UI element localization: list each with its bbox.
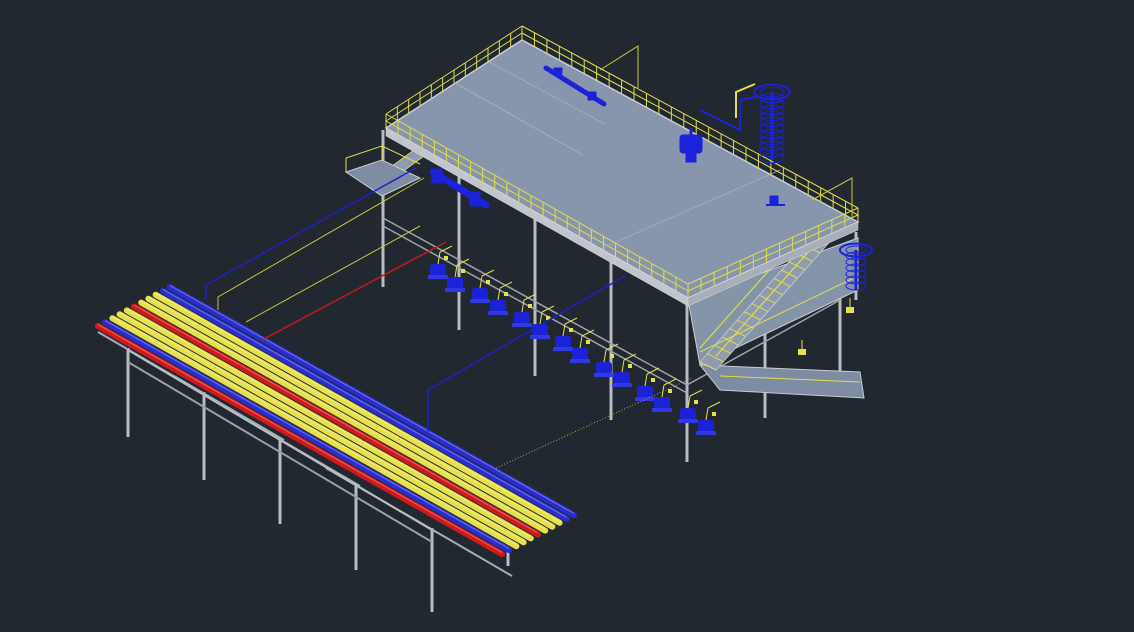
pipe-highlight	[162, 288, 568, 518]
pipe	[123, 307, 534, 542]
leader-yellow-4	[599, 45, 639, 88]
pipe-highlight	[112, 316, 517, 546]
isometric-plant-model[interactable]	[0, 0, 1134, 632]
cad-model-viewport[interactable]	[0, 0, 1134, 632]
pipe-highlight	[126, 308, 532, 538]
pump-icon	[635, 367, 660, 401]
leader-yellow-1	[217, 177, 425, 310]
process-pipe	[699, 95, 761, 132]
pump-icon	[678, 389, 703, 423]
pipe	[138, 299, 549, 534]
pipe	[102, 319, 513, 554]
valve-icon	[798, 340, 806, 355]
pipe	[145, 295, 556, 530]
pipe-highlight	[104, 320, 510, 550]
process-pipe	[735, 83, 756, 118]
pipe-bundle[interactable]	[95, 284, 577, 557]
leader-red-1	[261, 241, 447, 341]
pipe-highlight	[140, 300, 546, 530]
pipe-highlight	[119, 312, 524, 542]
pump-icon	[652, 378, 677, 412]
leader-yellow-3	[495, 377, 693, 469]
leader-yellow-2	[245, 225, 421, 323]
pipe	[109, 315, 520, 550]
pipe	[152, 291, 563, 526]
pipe-highlight	[133, 304, 539, 534]
pipe	[131, 303, 541, 538]
pipe-highlight	[148, 296, 553, 526]
valve-icon	[846, 298, 854, 313]
pipe	[116, 311, 527, 546]
pump-icon	[696, 401, 721, 435]
